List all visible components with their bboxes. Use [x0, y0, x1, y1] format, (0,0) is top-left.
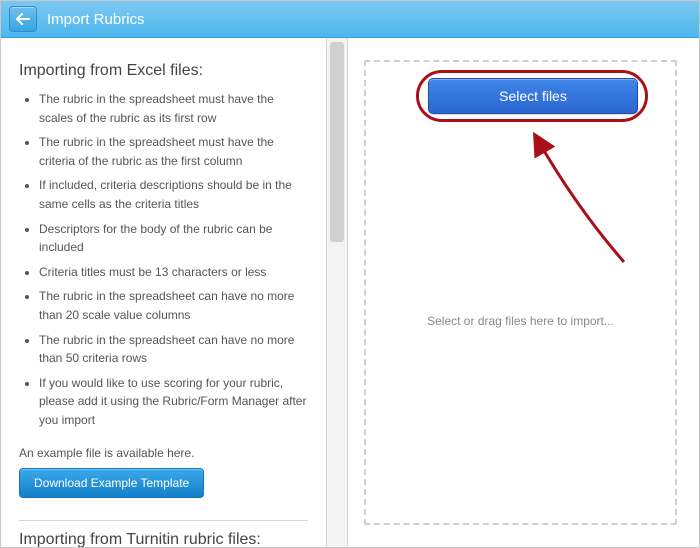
select-files-button[interactable]: Select files — [428, 78, 638, 114]
select-files-label: Select files — [499, 88, 567, 104]
back-button[interactable] — [9, 6, 37, 32]
list-item: If included, criteria descriptions shoul… — [39, 176, 308, 213]
list-item: Criteria titles must be 13 characters or… — [39, 263, 308, 282]
window-frame: Import Rubrics Importing from Excel file… — [0, 0, 700, 548]
excel-rules-list: The rubric in the spreadsheet must have … — [19, 90, 308, 430]
list-item: If you would like to use scoring for you… — [39, 374, 308, 430]
example-text: An example file is available here. — [19, 446, 308, 460]
left-panel: Importing from Excel files: The rubric i… — [1, 38, 326, 547]
arrow-left-icon — [16, 13, 30, 25]
download-example-button[interactable]: Download Example Template — [19, 468, 204, 498]
header-bar: Import Rubrics — [1, 1, 699, 38]
list-item: The rubric in the spreadsheet can have n… — [39, 331, 308, 368]
right-panel: Select files Select or drag files here t… — [348, 38, 699, 547]
section-divider — [19, 520, 308, 521]
scrollbar-thumb[interactable] — [330, 42, 344, 242]
body: Importing from Excel files: The rubric i… — [1, 38, 699, 547]
list-item: The rubric in the spreadsheet must have … — [39, 133, 308, 170]
vertical-scrollbar[interactable] — [326, 38, 348, 547]
annotation-arrow-icon — [516, 117, 646, 267]
file-drop-zone[interactable]: Select files Select or drag files here t… — [364, 60, 677, 525]
list-item: The rubric in the spreadsheet must have … — [39, 90, 308, 127]
excel-heading: Importing from Excel files: — [19, 62, 308, 80]
header-title: Import Rubrics — [47, 11, 145, 28]
list-item: Descriptors for the body of the rubric c… — [39, 220, 308, 257]
drop-hint-text: Select or drag files here to import... — [366, 314, 675, 328]
list-item: The rubric in the spreadsheet can have n… — [39, 287, 308, 324]
turnitin-heading: Importing from Turnitin rubric files: — [19, 531, 308, 548]
